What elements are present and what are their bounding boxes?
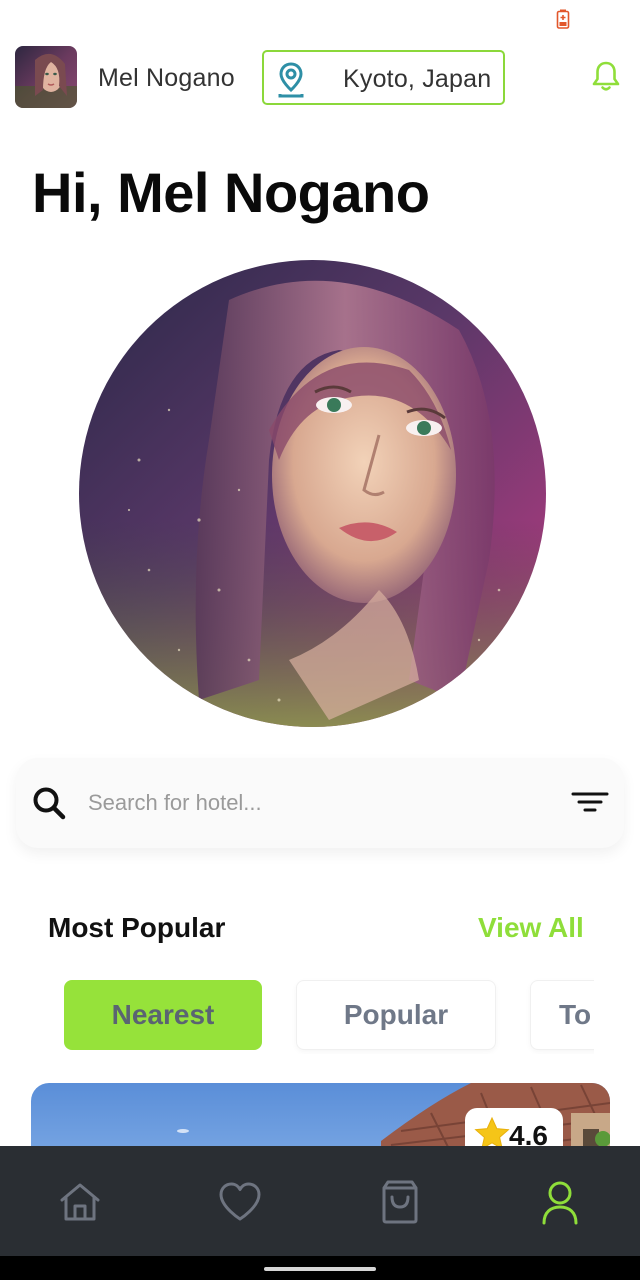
location-selector[interactable]: Kyoto, Japan bbox=[262, 50, 505, 105]
profile-icon[interactable] bbox=[536, 1178, 584, 1226]
top-bar: Mel Nogano Kyoto, Japan bbox=[0, 44, 640, 110]
location-label: Kyoto, Japan bbox=[343, 65, 492, 93]
heart-icon[interactable] bbox=[216, 1178, 264, 1226]
home-indicator[interactable] bbox=[264, 1267, 376, 1271]
system-navigation-bar bbox=[0, 1256, 640, 1280]
bell-icon[interactable] bbox=[590, 59, 622, 93]
section-title-most-popular: Most Popular bbox=[48, 912, 226, 943]
chip-nearest[interactable]: Nearest bbox=[64, 980, 262, 1050]
search-input[interactable] bbox=[88, 782, 548, 824]
profile-photo bbox=[79, 260, 546, 727]
avatar[interactable] bbox=[15, 46, 77, 108]
chip-top[interactable]: To bbox=[530, 980, 594, 1050]
search-icon[interactable] bbox=[30, 784, 68, 822]
home-icon[interactable] bbox=[56, 1178, 104, 1226]
status-bar bbox=[0, 0, 640, 40]
shopping-bag-icon[interactable] bbox=[376, 1178, 424, 1226]
battery-charging-icon bbox=[556, 9, 570, 29]
map-pin-icon bbox=[278, 62, 304, 98]
bottom-nav bbox=[0, 1146, 640, 1256]
chip-popular[interactable]: Popular bbox=[296, 980, 496, 1050]
greeting-heading: Hi, Mel Nogano bbox=[32, 161, 430, 224]
view-all-link[interactable]: View All bbox=[478, 912, 584, 944]
filter-icon[interactable] bbox=[570, 788, 610, 818]
search-bar bbox=[16, 758, 624, 848]
category-chips: Nearest Popular To bbox=[0, 978, 594, 1054]
user-name: Mel Nogano bbox=[98, 64, 235, 92]
